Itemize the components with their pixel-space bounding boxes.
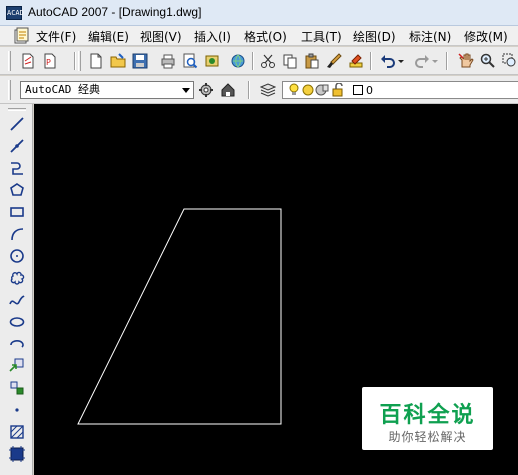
toolbar-separator: [370, 52, 372, 70]
polygon-icon[interactable]: [7, 180, 27, 200]
undo-icon[interactable]: [378, 51, 398, 71]
new-icon[interactable]: [86, 51, 106, 71]
line-icon[interactable]: [7, 114, 27, 134]
watermark: 百科全说 助你轻松解决: [362, 387, 493, 450]
workspace-settings-icon[interactable]: [196, 80, 216, 100]
unlock-icon[interactable]: [331, 83, 345, 97]
menu-tools[interactable]: 工具(T): [301, 28, 342, 45]
menu-modify[interactable]: 修改(M): [464, 28, 508, 45]
copy-icon[interactable]: [280, 51, 300, 71]
point-icon[interactable]: [7, 400, 27, 420]
layer-properties-icon[interactable]: [258, 80, 278, 100]
menu-file[interactable]: 文件(F): [36, 28, 76, 45]
workspace-select-value: AutoCAD 经典: [25, 83, 100, 96]
toolbar-separator: [252, 52, 254, 70]
toolbar-grip[interactable]: [8, 80, 11, 100]
revision-cloud-icon[interactable]: [7, 268, 27, 288]
save-icon[interactable]: [130, 51, 150, 71]
workspace-select[interactable]: AutoCAD 经典: [20, 81, 194, 99]
toolbar-grip[interactable]: [8, 108, 26, 111]
menu-edit[interactable]: 编辑(E): [88, 28, 129, 45]
ellipse-icon[interactable]: [7, 312, 27, 332]
title-bar: ACAD AutoCAD 2007 - [Drawing1.dwg]: [0, 0, 518, 26]
window-title: AutoCAD 2007 - [Drawing1.dwg]: [28, 5, 202, 19]
redo-icon[interactable]: [412, 51, 432, 71]
menu-bar: 文件(F) 编辑(E) 视图(V) 插入(I) 格式(O) 工具(T) 绘图(D…: [0, 26, 518, 46]
undo-dropdown-icon[interactable]: [396, 51, 406, 71]
circle-icon[interactable]: [7, 246, 27, 266]
rectangle-icon[interactable]: [7, 202, 27, 222]
menu-view[interactable]: 视图(V): [140, 28, 182, 45]
hatch-icon[interactable]: [7, 422, 27, 442]
redo-dropdown-icon[interactable]: [430, 51, 440, 71]
plot-preview-icon[interactable]: [180, 51, 200, 71]
zoom-realtime-icon[interactable]: [478, 51, 498, 71]
lightbulb-icon[interactable]: [287, 83, 301, 97]
watermark-title: 百科全说: [379, 403, 476, 428]
my-workspace-icon[interactable]: [218, 80, 238, 100]
watermark-subtitle: 助你轻松解决: [388, 430, 467, 444]
plot-icon[interactable]: [158, 51, 178, 71]
chevron-down-icon: [182, 88, 190, 93]
standard-toolbar: P: [0, 47, 518, 75]
workspace-layer-toolbar: AutoCAD 经典 0: [0, 76, 518, 104]
make-block-icon[interactable]: [7, 378, 27, 398]
paste-icon[interactable]: [302, 51, 322, 71]
draw-toolbar: [0, 104, 33, 475]
ellipse-arc-icon[interactable]: [7, 334, 27, 354]
autocad-app-icon[interactable]: ACAD: [6, 6, 24, 20]
cut-icon[interactable]: [258, 51, 278, 71]
brush-icon[interactable]: [324, 51, 344, 71]
toolbar-grip[interactable]: [78, 51, 81, 71]
menu-dimension[interactable]: 标注(N): [409, 28, 451, 45]
etransmit-icon[interactable]: [228, 51, 248, 71]
open-icon[interactable]: [108, 51, 128, 71]
menu-draw[interactable]: 绘图(D): [353, 28, 396, 45]
toolbar-grip[interactable]: [8, 51, 11, 71]
match-properties-icon[interactable]: [346, 51, 366, 71]
insert-block-icon[interactable]: [7, 356, 27, 376]
toolbar-separator: [446, 52, 448, 70]
polyline-icon[interactable]: [7, 158, 27, 178]
viewport-freeze-icon[interactable]: [315, 83, 329, 97]
menu-insert[interactable]: 插入(I): [194, 28, 231, 45]
svg-text:P: P: [46, 58, 51, 67]
zoom-window-icon[interactable]: [500, 51, 518, 71]
document-icon[interactable]: [14, 27, 30, 44]
layer-control[interactable]: [282, 81, 518, 99]
layer-color-swatch[interactable]: [353, 85, 363, 95]
sun-icon[interactable]: [301, 83, 315, 97]
spline-icon[interactable]: [7, 290, 27, 310]
trapezoid-shape[interactable]: [77, 208, 282, 425]
construction-line-icon[interactable]: [7, 136, 27, 156]
arc-icon[interactable]: [7, 224, 27, 244]
toolbar-separator: [74, 52, 76, 70]
new-icon[interactable]: [18, 51, 38, 71]
publish-icon[interactable]: [202, 51, 222, 71]
gradient-icon[interactable]: [7, 444, 27, 464]
qnew-icon[interactable]: P: [40, 51, 60, 71]
menu-format[interactable]: 格式(O): [244, 28, 287, 45]
pan-icon[interactable]: [456, 51, 476, 71]
current-layer-name: 0: [366, 84, 373, 97]
toolbar-separator: [248, 81, 250, 99]
